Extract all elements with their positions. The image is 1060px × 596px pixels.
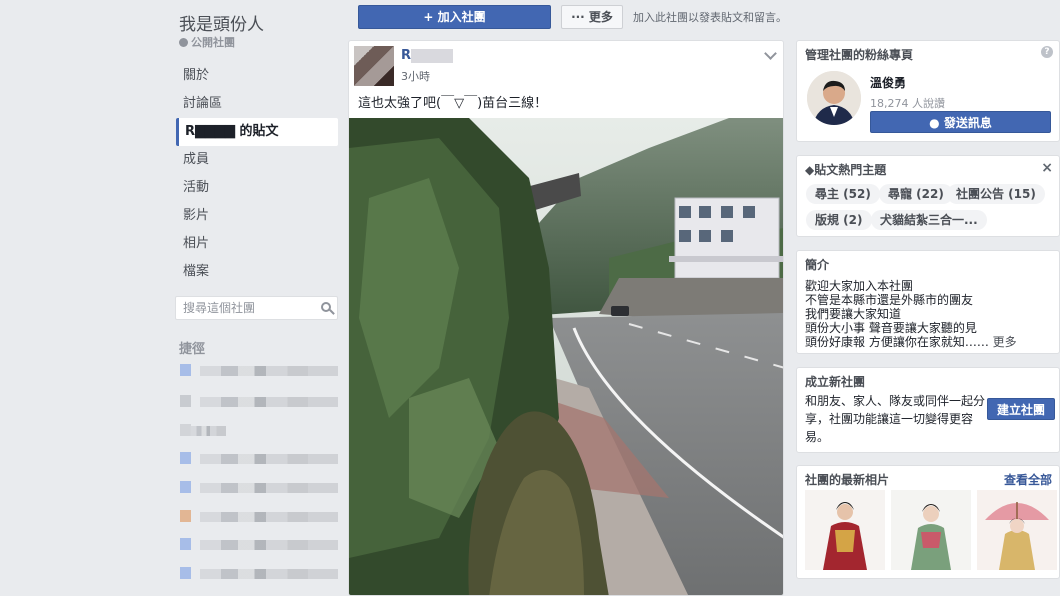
see-more-link[interactable]: 更多 xyxy=(993,335,1017,349)
author-avatar[interactable] xyxy=(354,46,394,86)
shortcut-icon xyxy=(180,452,191,464)
admin-name[interactable]: 溫俊勇 xyxy=(870,74,906,91)
left-sidebar: 我是頭份人 公開社團 關於 討論區 R▇▇▇▇ 的貼文 成員 活動 影片 相片 … xyxy=(0,0,345,596)
blurred-text xyxy=(308,454,338,464)
nav-item-events[interactable]: 活動 xyxy=(176,174,338,202)
intro-card: 簡介 歡迎大家加入本社團 不管是本縣市還是外縣市的團友 我們要讓大家知道 頭份大… xyxy=(796,250,1060,354)
group-privacy: 公開社團 xyxy=(179,34,235,50)
group-search xyxy=(175,296,338,320)
post-text: 這也太強了吧(￣▽￣)苗台三線！ xyxy=(358,96,548,111)
blurred-text xyxy=(200,512,318,522)
create-group-card: 成立新社團 和朋友、家人、隊友或同伴一起分享，社團功能讓這一切變得更容易。 建立… xyxy=(796,367,1060,453)
admin-likes: 18,274 人說讚 xyxy=(870,97,945,110)
topic-tag[interactable]: 犬貓結紮三合一... xyxy=(871,210,987,230)
intro-last-line: 頭份好康報 方便讓你在家就知…… xyxy=(805,335,989,349)
shortcut-item[interactable] xyxy=(180,364,338,378)
post-card: R 3小時 這也太強了吧(￣▽￣)苗台三線！ xyxy=(348,40,784,596)
privacy-label: 公開社團 xyxy=(191,36,235,49)
nav-item-files[interactable]: 檔案 xyxy=(176,258,338,286)
intro-title: 簡介 xyxy=(805,258,830,272)
topic-tag[interactable]: 社團公告 (15) xyxy=(947,184,1045,204)
info-icon[interactable]: ? xyxy=(1041,46,1053,58)
photo-thumbnail[interactable] xyxy=(977,490,1057,570)
shortcut-item[interactable] xyxy=(180,452,338,466)
popular-topics-title: ◆貼文熱門主題 xyxy=(805,161,886,178)
search-icon[interactable] xyxy=(321,302,331,312)
send-message-button[interactable]: ● 發送訊息 xyxy=(870,111,1051,133)
join-group-button[interactable]: + 加入社團 xyxy=(358,5,551,29)
shortcut-item[interactable] xyxy=(180,481,338,495)
blurred-text xyxy=(308,540,338,550)
close-icon[interactable]: × xyxy=(1041,160,1053,176)
shortcut-item[interactable] xyxy=(180,395,338,409)
nav-item-discussion[interactable]: 討論區 xyxy=(176,90,338,118)
intro-line: 頭份好康報 方便讓你在家就知…… 更多 xyxy=(805,333,1017,350)
join-hint: 加入此社團以發表貼文和留言。 xyxy=(633,11,787,24)
more-button[interactable]: ··· 更多 xyxy=(561,5,623,29)
blurred-text xyxy=(308,569,338,579)
see-all-link[interactable]: 查看全部 xyxy=(1004,471,1052,488)
topic-tag[interactable]: 尋寵 (22) xyxy=(879,184,953,204)
blurred-text xyxy=(200,397,318,407)
topic-tag[interactable]: 版規 (2) xyxy=(806,210,872,230)
blurred-text xyxy=(308,366,338,376)
blurred-text xyxy=(200,540,318,550)
recent-photos-card: 社團的最新相片 查看全部 xyxy=(796,465,1060,579)
shortcut-icon xyxy=(180,395,191,407)
post-photo[interactable] xyxy=(349,118,784,596)
create-group-title: 成立新社團 xyxy=(805,375,866,389)
recent-photos-title: 社團的最新相片 xyxy=(805,473,890,487)
send-message-label: 發送訊息 xyxy=(943,116,992,130)
photo-thumbnail[interactable] xyxy=(805,490,885,570)
admin-avatar[interactable] xyxy=(807,71,861,125)
admin-card-title: 管理社團的粉絲專頁 xyxy=(805,48,914,62)
create-group-text: 和朋友、家人、隊友或同伴一起分享，社團功能讓這一切變得更容易。 xyxy=(805,394,986,444)
blurred-author-name xyxy=(411,49,453,63)
nav-item-videos[interactable]: 影片 xyxy=(176,202,338,230)
chevron-down-icon[interactable] xyxy=(764,47,777,60)
create-group-button[interactable]: 建立社團 xyxy=(987,398,1055,420)
popular-topics-label: 貼文熱門主題 xyxy=(814,163,887,177)
blurred-text xyxy=(200,483,318,493)
shortcut-icon xyxy=(180,567,191,579)
blurred-text xyxy=(308,512,338,522)
shortcut-item[interactable] xyxy=(180,510,338,524)
topic-tag[interactable]: 尋主 (52) xyxy=(806,184,880,204)
shortcut-icon xyxy=(180,481,191,493)
tag-icon: ◆ xyxy=(805,163,815,177)
group-nav: 關於 討論區 R▇▇▇▇ 的貼文 成員 活動 影片 相片 檔案 xyxy=(176,62,338,286)
photo-thumbnail[interactable] xyxy=(891,490,971,570)
shortcut-item[interactable] xyxy=(180,424,338,438)
nav-item-members[interactable]: 成員 xyxy=(176,146,338,174)
blurred-text xyxy=(308,483,338,493)
post-author[interactable]: R xyxy=(401,48,411,63)
blurred-text xyxy=(200,366,318,376)
nav-item-photos[interactable]: 相片 xyxy=(176,230,338,258)
popular-topics-card: ◆貼文熱門主題 × 尋主 (52) 尋寵 (22) 社團公告 (15) 版規 (… xyxy=(796,155,1060,237)
shortcut-icon xyxy=(180,364,191,376)
post-timestamp[interactable]: 3小時 xyxy=(401,68,430,84)
shortcuts-title: 捷徑 xyxy=(179,342,206,357)
blurred-text xyxy=(308,397,338,407)
globe-icon xyxy=(179,38,188,47)
nav-item-member-posts[interactable]: R▇▇▇▇ 的貼文 xyxy=(176,118,338,146)
shortcut-item[interactable] xyxy=(180,567,338,581)
nav-item-about[interactable]: 關於 xyxy=(176,62,338,90)
messenger-icon: ● xyxy=(929,116,944,130)
group-search-input[interactable] xyxy=(176,297,306,319)
blurred-text xyxy=(200,454,318,464)
shortcut-icon xyxy=(180,510,191,522)
blurred-text xyxy=(190,426,226,436)
shortcut-icon xyxy=(180,538,191,550)
admin-page-card: 管理社團的粉絲專頁 ? 溫俊勇 18,274 人說讚 ● 發送訊息 xyxy=(796,40,1060,142)
shortcut-item[interactable] xyxy=(180,538,338,552)
group-name[interactable]: 我是頭份人 xyxy=(179,10,264,35)
blurred-text xyxy=(200,569,318,579)
